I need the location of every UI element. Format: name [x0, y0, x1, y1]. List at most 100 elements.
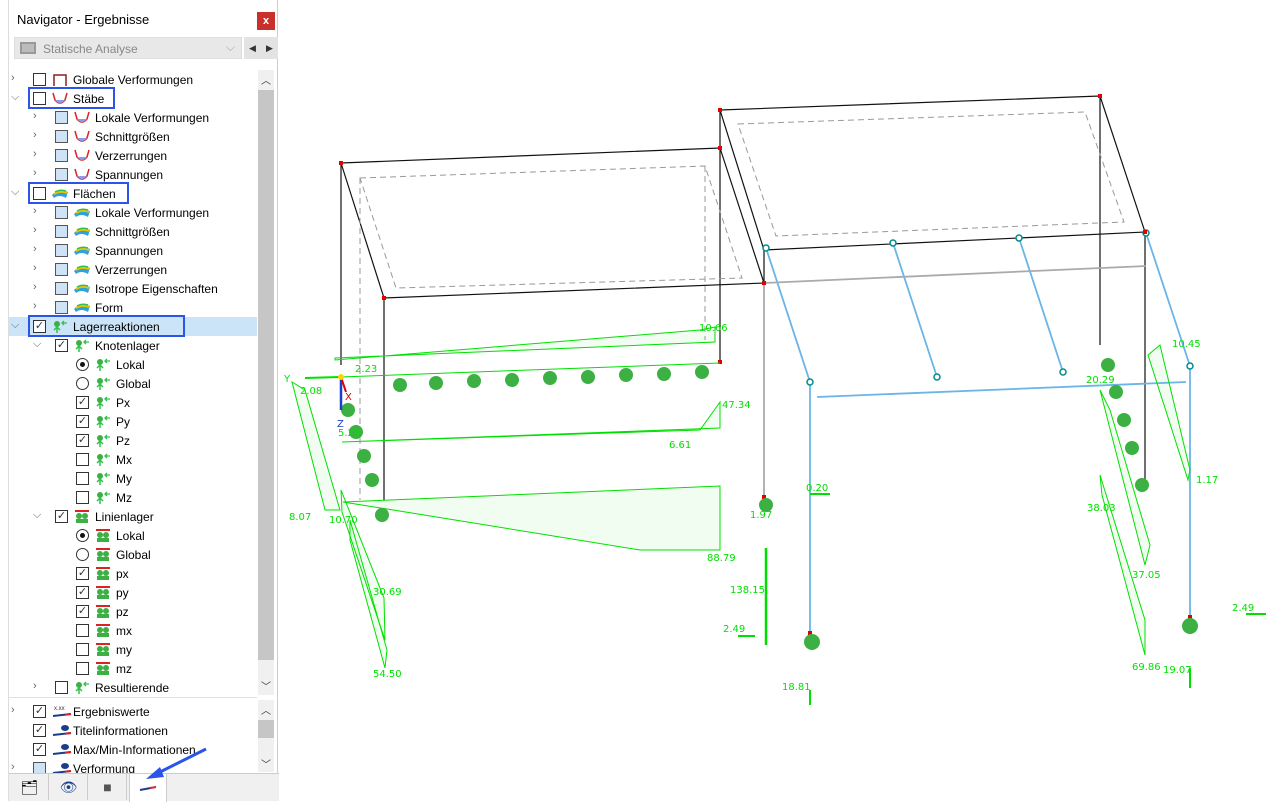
tree-item-max-min-informationen[interactable]: ✓ Max/Min-Informationen: [9, 740, 257, 759]
tree-item-verzerrungen[interactable]: › Verzerrungen: [9, 146, 257, 165]
scroll-down-icon[interactable]: ﹀: [261, 756, 271, 771]
chevron-right-icon[interactable]: ›: [33, 680, 37, 692]
chevron-right-icon[interactable]: ›: [33, 129, 37, 141]
radio-button[interactable]: [76, 529, 89, 542]
chevron-right-icon[interactable]: ›: [11, 72, 15, 84]
tree-item-global[interactable]: Global: [9, 545, 257, 564]
checkbox[interactable]: [55, 168, 68, 181]
tab-views[interactable]: ■: [89, 774, 127, 800]
analysis-type-dropdown[interactable]: Statische Analyse ⌵: [14, 37, 242, 59]
tab-view[interactable]: 👁: [50, 774, 88, 800]
chevron-down-icon[interactable]: ⌵: [11, 91, 19, 104]
tree-item-stäbe[interactable]: ⌵ Stäbe: [9, 87, 257, 109]
tree-item-lokale-verformungen[interactable]: › Lokale Verformungen: [9, 203, 257, 222]
tree-item-lokal[interactable]: Lokal: [9, 355, 257, 374]
checkbox[interactable]: [55, 681, 68, 694]
tree-item-schnittgrößen[interactable]: › Schnittgrößen: [9, 222, 257, 241]
tree-item-pz[interactable]: ✓ pz: [9, 602, 257, 621]
checkbox[interactable]: [76, 491, 89, 504]
checkbox[interactable]: ✓: [55, 510, 68, 523]
chevron-right-icon[interactable]: ›: [33, 205, 37, 217]
checkbox[interactable]: [76, 643, 89, 656]
checkbox[interactable]: [55, 301, 68, 314]
options-scrollbar[interactable]: ︿ ﹀: [258, 700, 274, 772]
checkbox[interactable]: [55, 244, 68, 257]
chevron-right-icon[interactable]: ›: [33, 243, 37, 255]
checkbox[interactable]: [76, 453, 89, 466]
checkbox[interactable]: [55, 130, 68, 143]
checkbox[interactable]: [55, 111, 68, 124]
checkbox[interactable]: [76, 472, 89, 485]
checkbox[interactable]: [76, 662, 89, 675]
checkbox[interactable]: ✓: [76, 567, 89, 580]
tree-item-lokale-verformungen[interactable]: › Lokale Verformungen: [9, 108, 257, 127]
chevron-right-icon[interactable]: ›: [33, 110, 37, 122]
tree-item-schnittgrößen[interactable]: › Schnittgrößen: [9, 127, 257, 146]
checkbox[interactable]: [33, 73, 46, 86]
tree-item-spannungen[interactable]: › Spannungen: [9, 241, 257, 260]
checkbox[interactable]: [55, 149, 68, 162]
chevron-down-icon[interactable]: ⌵: [11, 319, 19, 332]
tree-item-py[interactable]: ✓ py: [9, 583, 257, 602]
chevron-right-icon[interactable]: ›: [33, 148, 37, 160]
tree-item-knotenlager[interactable]: ⌵ ✓ Knotenlager: [9, 336, 257, 355]
tree-item-resultierende[interactable]: › Resultierende: [9, 678, 257, 697]
tree-item-py[interactable]: ✓ Py: [9, 412, 257, 431]
radio-button[interactable]: [76, 358, 89, 371]
checkbox[interactable]: [55, 282, 68, 295]
tab-data[interactable]: 🗂: [11, 774, 49, 800]
checkbox[interactable]: [55, 263, 68, 276]
radio-button[interactable]: [76, 548, 89, 561]
tree-item-flächen[interactable]: ⌵ Flächen: [9, 182, 257, 204]
tree-item-lagerreaktionen[interactable]: ⌵ ✓ Lagerreaktionen: [9, 315, 257, 337]
tree-item-global[interactable]: Global: [9, 374, 257, 393]
tree-item-px[interactable]: ✓ px: [9, 564, 257, 583]
tree-scrollbar[interactable]: ︿ ﹀: [258, 70, 274, 695]
checkbox[interactable]: ✓: [76, 434, 89, 447]
scrollbar-thumb[interactable]: [258, 90, 274, 660]
chevron-right-icon[interactable]: ›: [33, 224, 37, 236]
checkbox[interactable]: ✓: [33, 724, 46, 737]
chevron-down-icon[interactable]: ⌵: [33, 338, 41, 351]
chevron-right-icon[interactable]: ›: [33, 300, 37, 312]
checkbox[interactable]: ✓: [76, 605, 89, 618]
tree-item-titelinformationen[interactable]: ✓ Titelinformationen: [9, 721, 257, 740]
scroll-down-icon[interactable]: ﹀: [261, 678, 271, 693]
checkbox[interactable]: ✓: [33, 705, 46, 718]
scrollbar-thumb[interactable]: [258, 720, 274, 738]
tree-item-lokal[interactable]: Lokal: [9, 526, 257, 545]
checkbox[interactable]: ✓: [76, 396, 89, 409]
scroll-up-icon[interactable]: ︿: [261, 702, 271, 717]
checkbox[interactable]: ✓: [76, 586, 89, 599]
checkbox[interactable]: [55, 206, 68, 219]
checkbox[interactable]: ✓: [76, 415, 89, 428]
next-button[interactable]: ▶: [261, 37, 278, 59]
scroll-up-icon[interactable]: ︿: [261, 72, 271, 87]
tree-item-pz[interactable]: ✓ Pz: [9, 431, 257, 450]
tree-item-mz[interactable]: mz: [9, 659, 257, 678]
tree-item-mz[interactable]: Mz: [9, 488, 257, 507]
tree-item-isotrope-eigenschaften[interactable]: › Isotrope Eigenschaften: [9, 279, 257, 298]
checkbox[interactable]: ✓: [33, 743, 46, 756]
checkbox[interactable]: [76, 624, 89, 637]
tree-item-px[interactable]: ✓ Px: [9, 393, 257, 412]
chevron-down-icon[interactable]: ⌵: [33, 509, 41, 522]
tree-item-my[interactable]: my: [9, 640, 257, 659]
chevron-right-icon[interactable]: ›: [33, 167, 37, 179]
checkbox[interactable]: [55, 225, 68, 238]
chevron-right-icon[interactable]: ›: [33, 281, 37, 293]
tree-item-mx[interactable]: Mx: [9, 450, 257, 469]
chevron-right-icon[interactable]: ›: [11, 761, 15, 773]
close-button[interactable]: x: [257, 12, 275, 30]
chevron-right-icon[interactable]: ›: [11, 704, 15, 716]
checkbox[interactable]: ✓: [55, 339, 68, 352]
chevron-right-icon[interactable]: ›: [33, 262, 37, 274]
tree-item-linienlager[interactable]: ⌵ ✓ Linienlager: [9, 507, 257, 526]
chevron-down-icon[interactable]: ⌵: [11, 186, 19, 199]
tree-item-mx[interactable]: mx: [9, 621, 257, 640]
radio-button[interactable]: [76, 377, 89, 390]
previous-button[interactable]: ◀: [244, 37, 261, 59]
tree-item-ergebniswerte[interactable]: › ✓ x.xx Ergebniswerte: [9, 702, 257, 721]
tree-item-verzerrungen[interactable]: › Verzerrungen: [9, 260, 257, 279]
model-viewport[interactable]: Y X Z 10.66 2.23 2.08 5.24 47.34 6.61 8.…: [280, 0, 1266, 801]
